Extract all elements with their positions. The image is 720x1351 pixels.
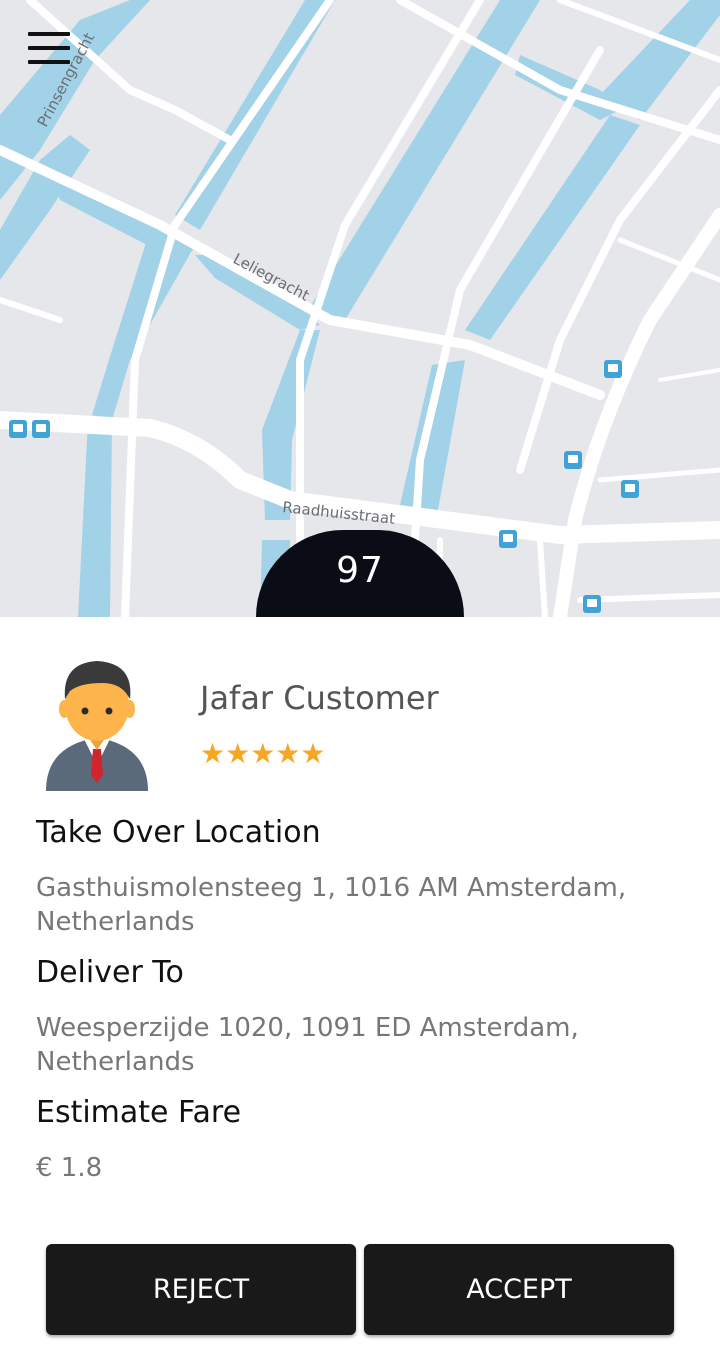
canal-northeast — [600, 0, 720, 120]
fare-label: Estimate Fare — [36, 1095, 242, 1130]
menu-button[interactable] — [22, 26, 76, 70]
canal-south-1 — [78, 420, 112, 617]
reject-button[interactable]: REJECT — [46, 1244, 356, 1335]
road-east — [553, 208, 720, 617]
map-view[interactable]: Prinsengracht Leliegracht Raadhuisstraat… — [0, 0, 720, 617]
dropoff-address: Weesperzijde 1020, 1091 ED Amsterdam, Ne… — [36, 1013, 579, 1077]
ride-request-panel: Jafar Customer ★★★★★ Take Over Location … — [0, 617, 720, 1351]
dropoff-label: Deliver To — [36, 955, 184, 990]
map-canvas: Prinsengracht Leliegracht Raadhuisstraat — [0, 0, 720, 617]
customer-avatar-icon — [40, 657, 154, 793]
canal-east-1 — [400, 360, 465, 510]
customer-rating: ★★★★★ — [200, 739, 326, 769]
rating-stars: ★★★★★ — [200, 737, 326, 770]
accept-button[interactable]: ACCEPT — [364, 1244, 674, 1335]
fare-value: € 1.8 — [36, 1153, 103, 1183]
pickup-address: Gasthuismolensteeg 1, 1016 AM Amsterdam,… — [36, 873, 627, 937]
timer-value: 97 — [336, 550, 384, 591]
customer-name: Jafar Customer — [200, 679, 439, 717]
pickup-label: Take Over Location — [36, 815, 321, 850]
